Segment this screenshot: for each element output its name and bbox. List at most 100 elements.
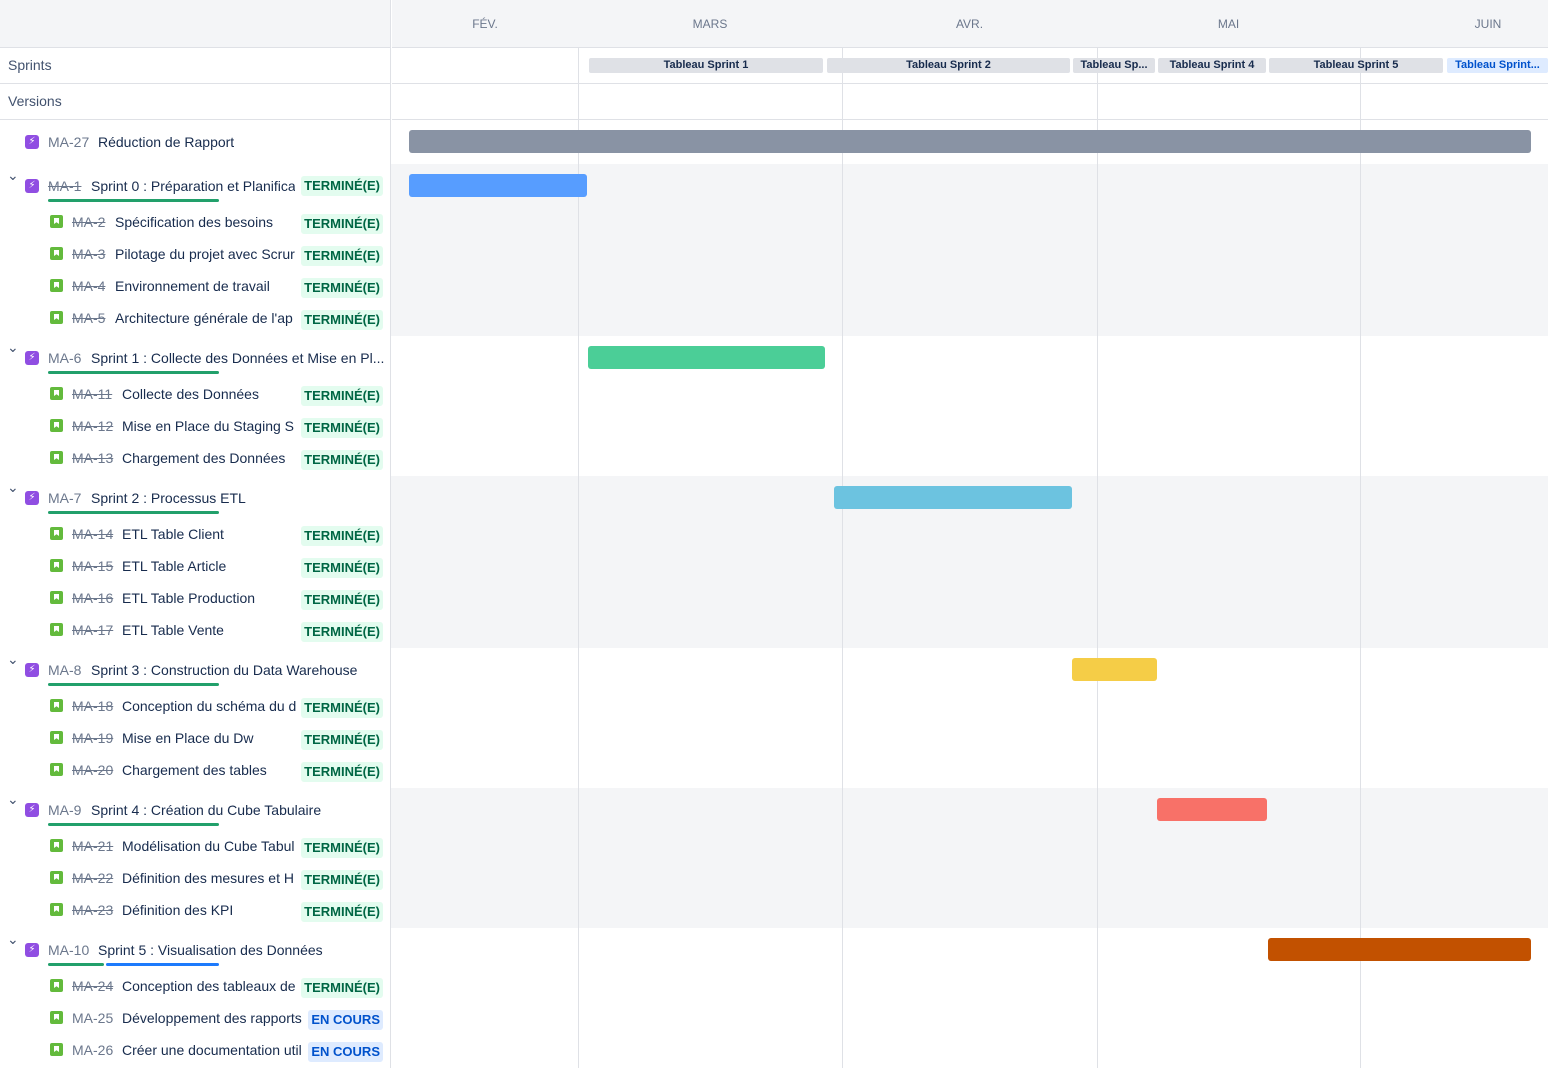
issue-key[interactable]: MA-19 <box>72 730 113 746</box>
child-issue-row[interactable]: MA-17 ETL Table Vente TERMINÉ(E) <box>0 616 391 648</box>
status-badge[interactable]: TERMINÉ(E) <box>301 246 383 266</box>
child-issue-row[interactable]: MA-13 Chargement des Données TERMINÉ(E) <box>0 444 391 476</box>
issue-key[interactable]: MA-8 <box>48 662 81 678</box>
sprint-pill[interactable]: Tableau Sp... <box>1073 58 1155 73</box>
chevron-down-icon[interactable]: ⌄ <box>7 652 19 666</box>
issue-title[interactable]: Conception du schéma du d <box>122 698 296 714</box>
chevron-down-icon[interactable]: ⌄ <box>7 932 19 946</box>
issue-title[interactable]: Développement des rapports <box>122 1010 305 1026</box>
issue-key[interactable]: MA-15 <box>72 558 113 574</box>
issue-title[interactable]: Mise en Place du Dw <box>122 730 296 746</box>
child-issue-row[interactable]: MA-15 ETL Table Article TERMINÉ(E) <box>0 552 391 584</box>
status-badge[interactable]: TERMINÉ(E) <box>301 730 383 750</box>
status-badge[interactable]: TERMINÉ(E) <box>301 762 383 782</box>
child-issue-row[interactable]: MA-12 Mise en Place du Staging S TERMINÉ(E… <box>0 412 391 444</box>
sprint-pill[interactable]: Tableau Sprint 5 <box>1269 58 1443 73</box>
status-badge[interactable]: TERMINÉ(E) <box>301 622 383 642</box>
child-issue-row[interactable]: MA-24 Conception des tableaux de TERMINÉ(E… <box>0 972 391 1004</box>
issue-key[interactable]: MA-18 <box>72 698 113 714</box>
issue-key[interactable]: MA-1 <box>48 178 81 194</box>
issue-key[interactable]: MA-4 <box>72 278 105 294</box>
epic-row[interactable]: ⌄ ⚡ MA-7 Sprint 2 : Processus ETL <box>0 476 391 520</box>
timeline-bar[interactable] <box>409 130 1531 153</box>
child-issue-row[interactable]: MA-21 Modélisation du Cube Tabul TERMINÉ(E… <box>0 832 391 864</box>
status-badge[interactable]: EN COURS <box>308 1010 383 1030</box>
issue-title[interactable]: Sprint 4 : Création du Cube Tabulaire <box>91 802 385 818</box>
issue-key[interactable]: MA-17 <box>72 622 113 638</box>
child-issue-row[interactable]: MA-20 Chargement des tables TERMINÉ(E) <box>0 756 391 788</box>
issue-key[interactable]: MA-26 <box>72 1042 113 1058</box>
issue-key[interactable]: MA-27 <box>48 134 89 150</box>
issue-key[interactable]: MA-5 <box>72 310 105 326</box>
timeline-bar[interactable] <box>1268 938 1531 961</box>
issue-key[interactable]: MA-2 <box>72 214 105 230</box>
chevron-down-icon[interactable]: ⌄ <box>7 480 19 494</box>
status-badge[interactable]: TERMINÉ(E) <box>301 590 383 610</box>
issue-title[interactable]: Collecte des Données <box>122 386 296 402</box>
child-issue-row[interactable]: MA-19 Mise en Place du Dw TERMINÉ(E) <box>0 724 391 756</box>
issue-title[interactable]: ETL Table Vente <box>122 622 296 638</box>
status-badge[interactable]: TERMINÉ(E) <box>301 978 383 998</box>
issue-key[interactable]: MA-25 <box>72 1010 113 1026</box>
status-badge[interactable]: TERMINÉ(E) <box>301 278 383 298</box>
issue-key[interactable]: MA-11 <box>72 386 112 402</box>
issue-title[interactable]: Définition des KPI <box>122 902 296 918</box>
issue-title[interactable]: Mise en Place du Staging S <box>122 418 296 434</box>
issue-key[interactable]: MA-6 <box>48 350 81 366</box>
issue-key[interactable]: MA-16 <box>72 590 113 606</box>
child-issue-row[interactable]: MA-11 Collecte des Données TERMINÉ(E) <box>0 380 391 412</box>
child-issue-row[interactable]: MA-5 Architecture générale de l'ap TERMINÉ… <box>0 304 391 336</box>
issue-title[interactable]: Chargement des tables <box>122 762 296 778</box>
status-badge[interactable]: TERMINÉ(E) <box>301 418 383 438</box>
status-badge[interactable]: TERMINÉ(E) <box>301 902 383 922</box>
issue-title[interactable]: Architecture générale de l'ap <box>115 310 296 326</box>
issue-key[interactable]: MA-3 <box>72 246 105 262</box>
issue-key[interactable]: MA-22 <box>72 870 113 886</box>
child-issue-row[interactable]: MA-26 Créer une documentation util EN COUR… <box>0 1036 391 1068</box>
status-badge[interactable]: TERMINÉ(E) <box>301 838 383 858</box>
timeline-bar[interactable] <box>1157 798 1267 821</box>
issue-title[interactable]: Sprint 5 : Visualisation des Données <box>98 942 385 958</box>
issue-key[interactable]: MA-23 <box>72 902 113 918</box>
issue-title[interactable]: Définition des mesures et H <box>122 870 296 886</box>
status-badge[interactable]: TERMINÉ(E) <box>301 526 383 546</box>
issue-key[interactable]: MA-9 <box>48 802 81 818</box>
timeline-bar[interactable] <box>588 346 825 369</box>
sprint-pill-active[interactable]: Tableau Sprint... <box>1447 58 1548 73</box>
sprint-pill[interactable]: Tableau Sprint 2 <box>827 58 1070 73</box>
status-badge[interactable]: TERMINÉ(E) <box>301 698 383 718</box>
epic-row[interactable]: ⌄ ⚡ MA-8 Sprint 3 : Construction du Data Wa… <box>0 648 391 692</box>
timeline-bar[interactable] <box>834 486 1072 509</box>
issue-title[interactable]: Spécification des besoins <box>115 214 296 230</box>
status-badge[interactable]: TERMINÉ(E) <box>301 450 383 470</box>
issue-key[interactable]: MA-7 <box>48 490 81 506</box>
issue-key[interactable]: MA-10 <box>48 942 89 958</box>
issue-title[interactable]: Réduction de Rapport <box>98 134 234 150</box>
epic-row[interactable]: ⌄ ⚡ MA-9 Sprint 4 : Création du Cube Tabula… <box>0 788 391 832</box>
status-badge[interactable]: TERMINÉ(E) <box>301 558 383 578</box>
epic-row-top[interactable]: ⚡ MA-27 Réduction de Rapport <box>0 120 391 164</box>
issue-title[interactable]: Chargement des Données <box>122 450 296 466</box>
issue-title[interactable]: Créer une documentation util <box>122 1042 305 1058</box>
status-badge[interactable]: TERMINÉ(E) <box>301 176 383 196</box>
chevron-down-icon[interactable]: ⌄ <box>7 340 19 354</box>
child-issue-row[interactable]: MA-2 Spécification des besoins TERMINÉ(E) <box>0 208 391 240</box>
issue-title[interactable]: Conception des tableaux de <box>122 978 296 994</box>
issue-title[interactable]: Modélisation du Cube Tabul <box>122 838 296 854</box>
issue-title[interactable]: ETL Table Article <box>122 558 296 574</box>
child-issue-row[interactable]: MA-23 Définition des KPI TERMINÉ(E) <box>0 896 391 928</box>
child-issue-row[interactable]: MA-25 Développement des rapports EN COURS <box>0 1004 391 1036</box>
status-badge[interactable]: EN COURS <box>308 1042 383 1062</box>
chevron-down-icon[interactable]: ⌄ <box>7 792 19 806</box>
status-badge[interactable]: TERMINÉ(E) <box>301 310 383 330</box>
timeline-bar[interactable] <box>1072 658 1157 681</box>
issue-title[interactable]: Sprint 2 : Processus ETL <box>91 490 385 506</box>
status-badge[interactable]: TERMINÉ(E) <box>301 870 383 890</box>
issue-key[interactable]: MA-24 <box>72 978 113 994</box>
issue-key[interactable]: MA-21 <box>72 838 113 854</box>
child-issue-row[interactable]: MA-3 Pilotage du projet avec Scrur TERMINÉ… <box>0 240 391 272</box>
issue-title[interactable]: Environnement de travail <box>115 278 296 294</box>
timeline-bar[interactable] <box>409 174 587 197</box>
child-issue-row[interactable]: MA-14 ETL Table Client TERMINÉ(E) <box>0 520 391 552</box>
timeline-panel[interactable]: FÉV. MARS AVR. MAI JUIN Tableau Sprint 1… <box>392 0 1548 1068</box>
